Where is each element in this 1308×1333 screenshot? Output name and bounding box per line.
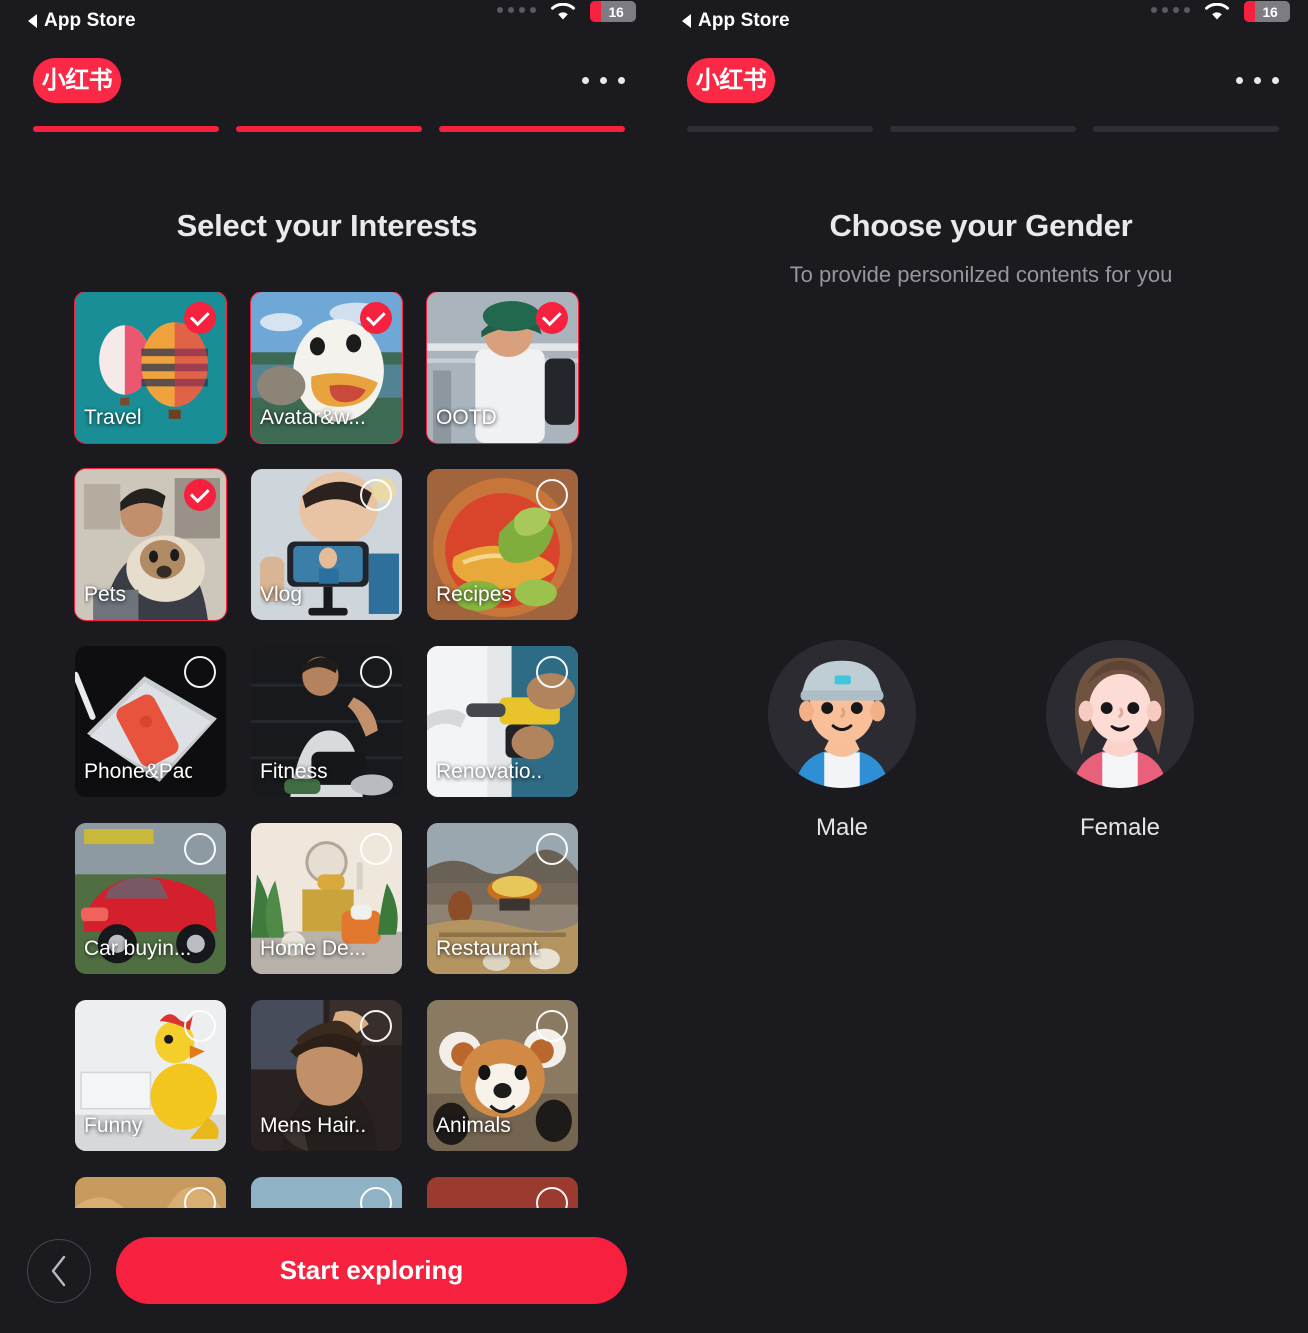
checkmark-icon[interactable] bbox=[184, 302, 216, 334]
progress-step-3 bbox=[1093, 126, 1279, 132]
progress-indicator-left bbox=[33, 126, 625, 132]
interest-tile[interactable]: Vlog bbox=[251, 469, 402, 620]
progress-step-2 bbox=[890, 126, 1076, 132]
triangle-left-icon bbox=[682, 14, 691, 28]
interest-tile[interactable]: Recipes bbox=[427, 469, 578, 620]
interests-scroll-area[interactable]: Travel Avatar&w... OOTD Pets Vlog Recipe… bbox=[0, 292, 654, 1208]
progress-step-3 bbox=[439, 126, 625, 132]
interest-tile-label: Travel bbox=[84, 405, 142, 429]
interest-tile-label: Vlog bbox=[260, 582, 303, 606]
interest-tile-label: Car buyin... bbox=[84, 936, 192, 960]
circle-outline-icon[interactable] bbox=[184, 1010, 216, 1042]
page-subtitle-gender: To provide personilzed contents for you bbox=[789, 262, 1173, 287]
triangle-left-icon bbox=[28, 14, 37, 28]
brand-row: 小红书 bbox=[33, 58, 629, 103]
signal-dots-icon bbox=[1151, 7, 1190, 13]
interest-tile-label: Phone&Pad bbox=[84, 759, 192, 783]
progress-indicator-right bbox=[687, 126, 1279, 132]
battery-level: 16 bbox=[608, 3, 624, 20]
signal-dots-icon bbox=[497, 7, 536, 13]
gender-option-male[interactable]: Male bbox=[768, 640, 916, 842]
interest-tile-label: Animals bbox=[436, 1113, 511, 1137]
interest-tile[interactable]: Phone&Pad bbox=[75, 646, 226, 797]
interest-tile[interactable]: Pets bbox=[74, 468, 227, 621]
back-to-app-store-label: App Store bbox=[44, 10, 136, 31]
interests-grid: Travel Avatar&w... OOTD Pets Vlog Recipe… bbox=[0, 292, 654, 1208]
interest-tile-label: Home De... bbox=[260, 936, 367, 960]
interest-tile[interactable]: Home De... bbox=[251, 823, 402, 974]
back-to-app-store-link[interactable]: App Store bbox=[682, 10, 790, 32]
xiaohongshu-logo: 小红书 bbox=[687, 58, 775, 103]
interest-tile[interactable]: Car buyin... bbox=[75, 823, 226, 974]
interest-tile[interactable]: Travel bbox=[74, 292, 227, 444]
circle-outline-icon[interactable] bbox=[360, 1010, 392, 1042]
screen-choose-gender: 16 App Store 小红书 Choose your Gender To p… bbox=[654, 0, 1308, 1333]
battery-indicator: 16 bbox=[1244, 1, 1290, 22]
female-avatar-icon bbox=[1046, 640, 1194, 788]
interest-tile-label: OOTD bbox=[436, 405, 497, 429]
wifi-icon bbox=[550, 2, 576, 27]
circle-outline-icon[interactable] bbox=[536, 479, 568, 511]
interest-tile[interactable]: Fitness bbox=[251, 646, 402, 797]
circle-outline-icon[interactable] bbox=[536, 1010, 568, 1042]
brand-row: 小红书 bbox=[687, 58, 1283, 103]
circle-outline-icon[interactable] bbox=[360, 833, 392, 865]
circle-outline-icon[interactable] bbox=[184, 656, 216, 688]
circle-outline-icon[interactable] bbox=[360, 479, 392, 511]
interest-tile-label: Funny bbox=[84, 1113, 143, 1137]
interest-tile-label: Pets bbox=[84, 582, 127, 606]
dual-screen-container: 16 App Store 小红书 Select your Interests T… bbox=[0, 0, 1308, 1333]
interest-tile[interactable]: Restaurant bbox=[427, 823, 578, 974]
battery-indicator: 16 bbox=[590, 1, 636, 22]
circle-outline-icon[interactable] bbox=[360, 656, 392, 688]
start-exploring-button[interactable]: Start exploring bbox=[116, 1237, 627, 1304]
wifi-icon bbox=[1204, 2, 1230, 27]
interest-tile[interactable] bbox=[427, 1177, 578, 1208]
checkmark-icon[interactable] bbox=[536, 302, 568, 334]
chevron-left-icon bbox=[51, 1255, 66, 1286]
interest-tile[interactable]: Mens Hair... bbox=[251, 1000, 402, 1151]
battery-level: 16 bbox=[1262, 3, 1278, 20]
progress-step-1 bbox=[687, 126, 873, 132]
xiaohongshu-logo: 小红书 bbox=[33, 58, 121, 103]
back-button[interactable] bbox=[27, 1238, 91, 1303]
interest-tile[interactable]: Avatar&w... bbox=[250, 292, 403, 444]
male-avatar-icon bbox=[768, 640, 916, 788]
more-horizontal-icon[interactable] bbox=[578, 67, 629, 94]
circle-outline-icon[interactable] bbox=[536, 833, 568, 865]
page-title-interests: Select your Interests bbox=[176, 208, 478, 243]
checkmark-icon[interactable] bbox=[184, 479, 216, 511]
interest-tile[interactable]: Renovatio... bbox=[427, 646, 578, 797]
back-to-app-store-link[interactable]: App Store bbox=[28, 10, 136, 32]
interest-tile[interactable]: Funny bbox=[75, 1000, 226, 1151]
more-horizontal-icon[interactable] bbox=[1232, 67, 1283, 94]
checkmark-icon[interactable] bbox=[360, 302, 392, 334]
interest-tile-label: Mens Hair... bbox=[260, 1113, 368, 1137]
interest-tile[interactable]: OOTD bbox=[426, 292, 579, 444]
screen-select-interests: 16 App Store 小红书 Select your Interests T… bbox=[0, 0, 654, 1333]
progress-step-2 bbox=[236, 126, 422, 132]
gender-option-label: Female bbox=[1079, 814, 1161, 841]
circle-outline-icon[interactable] bbox=[536, 656, 568, 688]
interest-tile-label: Renovatio... bbox=[436, 759, 544, 783]
circle-outline-icon[interactable] bbox=[184, 833, 216, 865]
gender-option-female[interactable]: Female bbox=[1046, 640, 1194, 842]
bottom-action-bar: Start exploring bbox=[0, 1208, 654, 1333]
progress-step-1 bbox=[33, 126, 219, 132]
interest-tile-label: Recipes bbox=[436, 582, 512, 606]
interest-tile[interactable] bbox=[75, 1177, 226, 1208]
interest-tile-label: Restaurant bbox=[436, 936, 539, 960]
back-to-app-store-label: App Store bbox=[698, 10, 790, 31]
interest-tile-label: Fitness bbox=[260, 759, 328, 783]
gender-option-label: Male bbox=[815, 814, 869, 841]
gender-options: Male Female bbox=[654, 640, 1308, 842]
interest-tile[interactable] bbox=[251, 1177, 402, 1208]
interest-tile-label: Avatar&w... bbox=[260, 405, 366, 429]
page-title-gender: Choose your Gender bbox=[829, 208, 1133, 243]
interest-tile[interactable]: Animals bbox=[427, 1000, 578, 1151]
